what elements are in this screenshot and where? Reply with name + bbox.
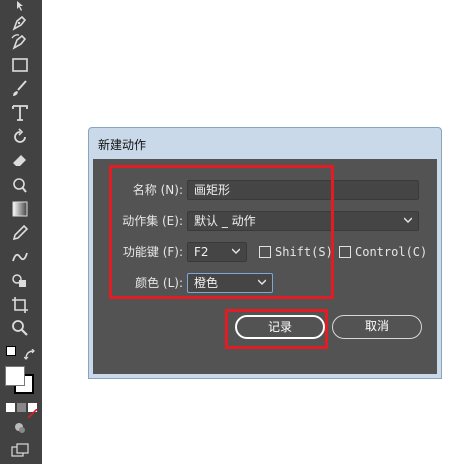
swap-fill-stroke-icon[interactable] bbox=[23, 346, 36, 360]
tools-panel bbox=[0, 0, 42, 464]
fill-swatch[interactable] bbox=[5, 366, 25, 386]
control-checkbox[interactable] bbox=[339, 246, 351, 258]
color-mode-icon[interactable] bbox=[6, 403, 15, 412]
highlight-box-fields bbox=[109, 165, 334, 299]
blend-icon[interactable] bbox=[8, 246, 32, 268]
rotate-icon[interactable] bbox=[8, 126, 32, 148]
eraser-icon[interactable] bbox=[8, 149, 32, 171]
dialog-titlebar: 新建动作 bbox=[89, 128, 441, 160]
highlight-box-record bbox=[225, 309, 328, 349]
shape-builder-icon[interactable] bbox=[8, 270, 32, 292]
dialog-title: 新建动作 bbox=[98, 137, 147, 152]
warp-icon[interactable] bbox=[8, 174, 32, 196]
zoom-icon[interactable] bbox=[8, 317, 32, 339]
cancel-button[interactable]: 取消 bbox=[332, 315, 422, 339]
curvature-icon[interactable] bbox=[8, 31, 32, 53]
default-fill-stroke-icon[interactable] bbox=[6, 346, 16, 356]
none-mode-icon[interactable] bbox=[27, 403, 38, 419]
artboard-icon[interactable] bbox=[8, 294, 32, 316]
draw-mode-icon[interactable] bbox=[13, 420, 27, 434]
rectangle-icon[interactable] bbox=[8, 54, 32, 76]
gradient-mode-icon[interactable] bbox=[17, 403, 26, 412]
screen-mode-icon[interactable] bbox=[11, 442, 29, 457]
control-label: Control(C) bbox=[355, 245, 428, 259]
eyedropper-icon[interactable] bbox=[8, 222, 32, 244]
gradient-icon[interactable] bbox=[8, 198, 32, 220]
type-icon[interactable] bbox=[8, 102, 32, 124]
paintbrush-icon[interactable] bbox=[8, 78, 32, 100]
chevron-down-icon bbox=[404, 217, 412, 223]
